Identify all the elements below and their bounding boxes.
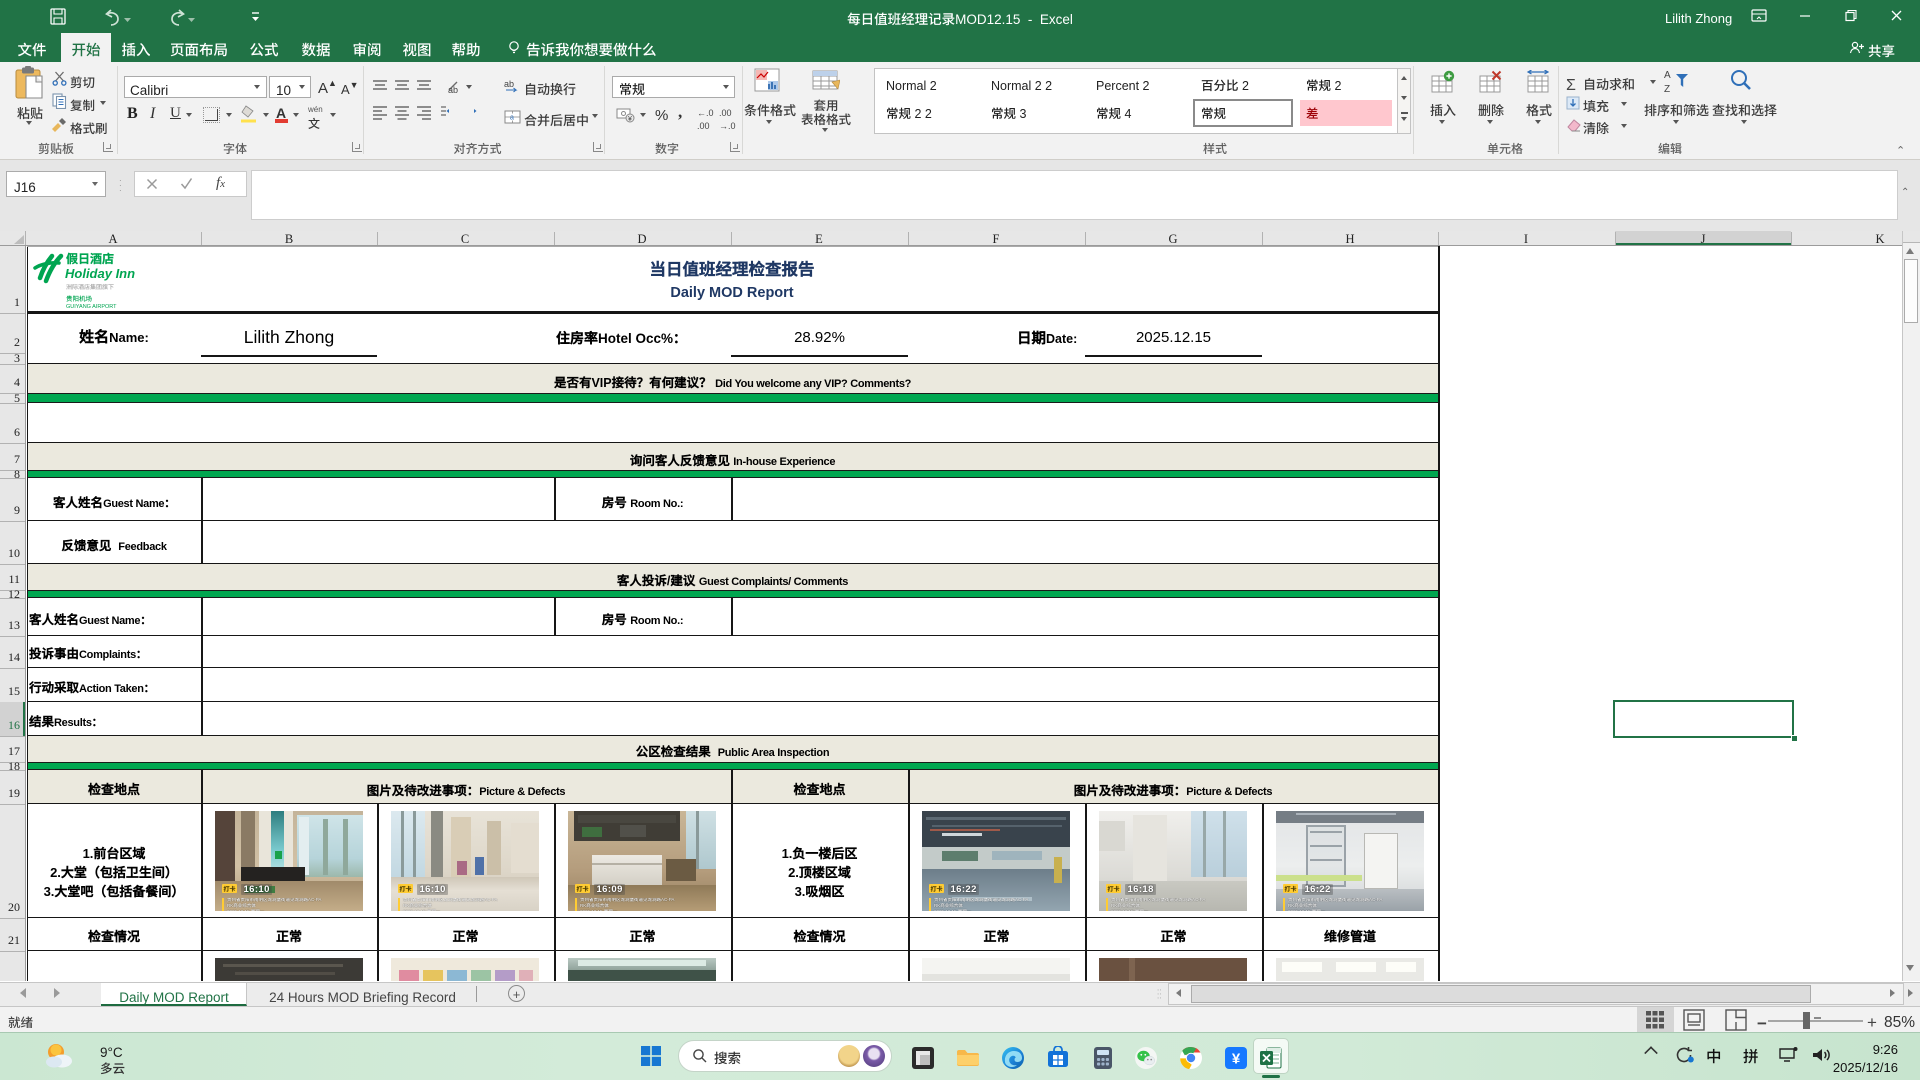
svg-text:ab: ab xyxy=(448,83,458,96)
svg-text:Holiday Inn: Holiday Inn xyxy=(65,263,135,282)
svg-text:¥: ¥ xyxy=(628,114,632,124)
svg-text:¥: ¥ xyxy=(1232,1051,1241,1068)
svg-text:a: a xyxy=(510,113,514,123)
svg-text:洲际酒店集团旗下: 洲际酒店集团旗下 xyxy=(66,282,114,291)
svg-text:Z: Z xyxy=(1664,80,1670,94)
svg-text:GUIYANG AIRPORT: GUIYANG AIRPORT xyxy=(66,302,117,310)
svg-text:ab: ab xyxy=(504,78,514,90)
